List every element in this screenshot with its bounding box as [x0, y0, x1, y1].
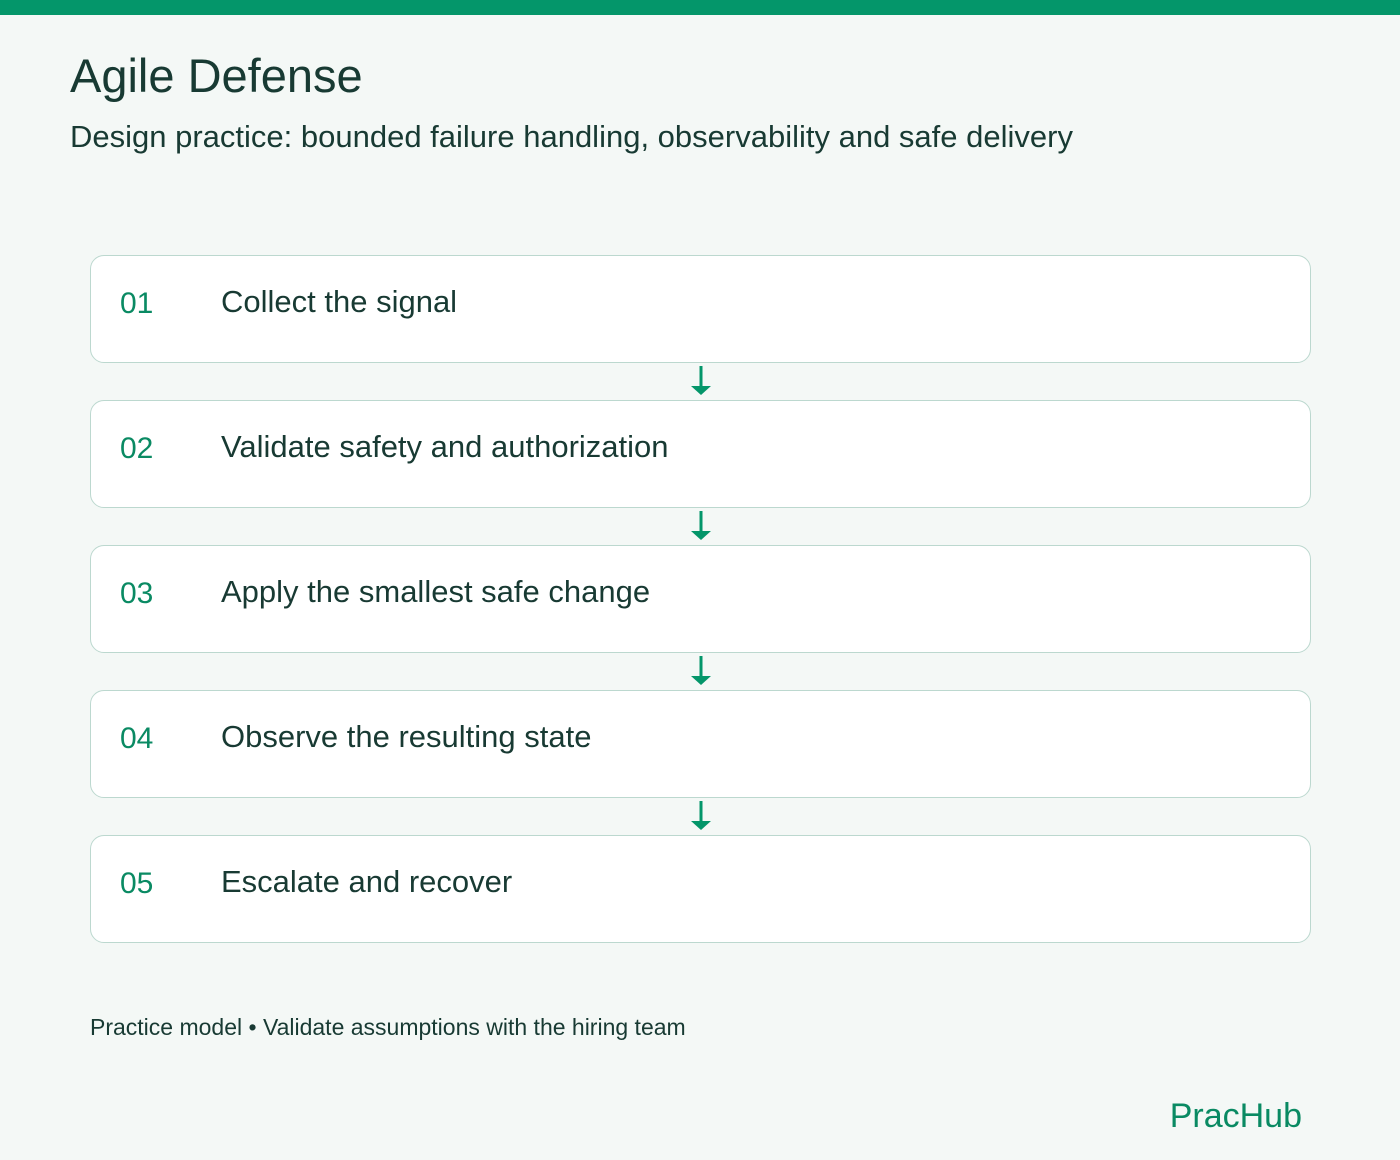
step-number: 03: [120, 577, 154, 610]
brand-logo-text: PracHub: [1169, 1097, 1302, 1135]
step-label: Validate safety and authorization: [221, 429, 669, 464]
step-card-3: 03 Apply the smallest safe change: [90, 545, 1311, 653]
page-subtitle: Design practice: bounded failure handlin…: [70, 119, 1073, 154]
step-number: 04: [120, 722, 154, 755]
page-title: Agile Defense: [70, 49, 363, 102]
down-arrow-icon: [90, 363, 1311, 400]
footnote: Practice model • Validate assumptions wi…: [90, 1014, 686, 1040]
step-label: Observe the resulting state: [221, 719, 592, 754]
step-number: 02: [120, 432, 154, 465]
process-flow: 01 Collect the signal 02 Validate safety…: [90, 255, 1311, 943]
down-arrow-icon: [90, 653, 1311, 690]
top-accent-bar: [0, 0, 1400, 15]
down-arrow-icon: [90, 508, 1311, 545]
step-card-2: 02 Validate safety and authorization: [90, 400, 1311, 508]
step-card-1: 01 Collect the signal: [90, 255, 1311, 363]
step-label: Escalate and recover: [221, 864, 513, 899]
down-arrow-icon: [90, 798, 1311, 835]
step-card-5: 05 Escalate and recover: [90, 835, 1311, 943]
step-label: Apply the smallest safe change: [221, 574, 651, 609]
step-card-4: 04 Observe the resulting state: [90, 690, 1311, 798]
step-number: 05: [120, 867, 154, 900]
step-label: Collect the signal: [221, 284, 458, 319]
step-number: 01: [120, 287, 154, 320]
